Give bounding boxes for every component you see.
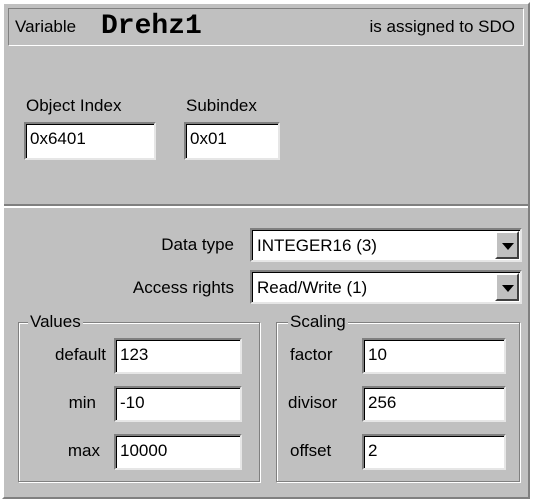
access-rights-label: Access rights	[132, 278, 234, 297]
values-group-title: Values	[28, 312, 83, 332]
section-divider-highlight	[4, 206, 528, 208]
variable-name: Drehz1	[101, 11, 202, 42]
divisor-label: divisor	[288, 393, 338, 412]
object-index-label: Object Index	[26, 96, 122, 115]
scaling-group-title: Scaling	[288, 312, 348, 332]
factor-input[interactable]: 10	[362, 338, 506, 374]
offset-label: offset	[290, 441, 332, 460]
factor-label: factor	[290, 345, 333, 364]
default-label: default	[54, 345, 106, 364]
data-type-dropdown-button[interactable]	[495, 231, 519, 259]
divisor-input[interactable]: 256	[362, 386, 506, 422]
default-value-input[interactable]: 123	[114, 338, 242, 374]
max-value-input[interactable]: 10000	[114, 434, 242, 470]
subindex-input[interactable]: 0x01	[184, 122, 280, 160]
max-label: max	[67, 441, 100, 460]
data-type-select[interactable]: INTEGER16 (3)	[250, 228, 522, 262]
title-bar: Variable Drehz1 is assigned to SDO	[8, 8, 524, 46]
data-type-label: Data type	[161, 235, 234, 254]
assigned-to-sdo-text: is assigned to SDO	[369, 17, 515, 36]
subindex-label: Subindex	[186, 96, 257, 115]
offset-input[interactable]: 2	[362, 434, 506, 470]
min-value-input[interactable]: -10	[114, 386, 242, 422]
access-rights-selected-value: Read/Write (1)	[257, 278, 368, 297]
min-label: min	[68, 393, 96, 412]
access-rights-dropdown-button[interactable]	[495, 273, 519, 301]
chevron-down-icon	[502, 285, 514, 292]
chevron-down-icon	[502, 243, 514, 250]
data-type-selected-value: INTEGER16 (3)	[257, 236, 377, 255]
variable-label: Variable	[15, 17, 77, 36]
access-rights-select[interactable]: Read/Write (1)	[250, 270, 522, 304]
sdo-assignment-dialog: Variable Drehz1 is assigned to SDO Objec…	[2, 2, 530, 499]
object-index-input[interactable]: 0x6401	[24, 122, 156, 160]
